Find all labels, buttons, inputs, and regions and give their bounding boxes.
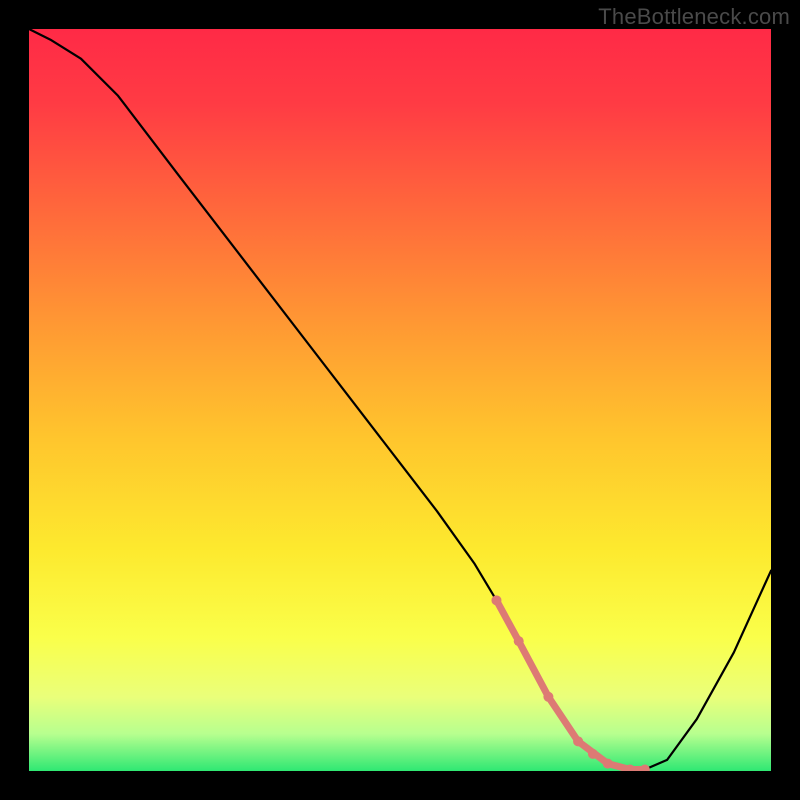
marker-valley-highlight	[514, 636, 524, 646]
watermark-text: TheBottleneck.com	[598, 4, 790, 30]
marker-valley-highlight	[491, 595, 501, 605]
marker-valley-highlight	[573, 736, 583, 746]
marker-valley-highlight	[588, 749, 598, 759]
gradient-rect	[29, 29, 771, 771]
chart-svg	[29, 29, 771, 771]
chart-frame: TheBottleneck.com	[0, 0, 800, 800]
marker-valley-highlight	[543, 692, 553, 702]
marker-valley-highlight	[603, 759, 613, 769]
plot-area	[29, 29, 771, 771]
